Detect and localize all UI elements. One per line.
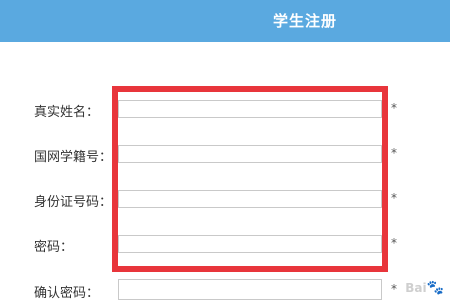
watermark: Bai🐾 — [405, 280, 444, 296]
watermark-text: Bai — [405, 281, 427, 295]
confirm-password-label: 确认密码： — [34, 286, 100, 301]
student-id-input[interactable] — [118, 145, 382, 163]
id-number-input[interactable] — [118, 190, 382, 208]
confirm-password-input[interactable] — [118, 279, 382, 300]
header-bar: 学生注册 — [0, 0, 450, 42]
page-title: 学生注册 — [272, 12, 337, 30]
password-label: 密码： — [34, 240, 74, 255]
id-number-label: 身份证号码： — [34, 195, 113, 210]
student-id-label: 国网学籍号： — [34, 150, 113, 165]
required-mark: * — [391, 146, 397, 160]
required-mark: * — [391, 101, 397, 115]
real-name-input[interactable] — [118, 100, 382, 118]
required-mark: * — [391, 282, 397, 296]
paw-icon: 🐾 — [426, 280, 444, 296]
real-name-label: 真实姓名： — [34, 105, 100, 120]
required-mark: * — [391, 191, 397, 205]
password-input[interactable] — [118, 235, 382, 253]
required-mark: * — [391, 236, 397, 250]
